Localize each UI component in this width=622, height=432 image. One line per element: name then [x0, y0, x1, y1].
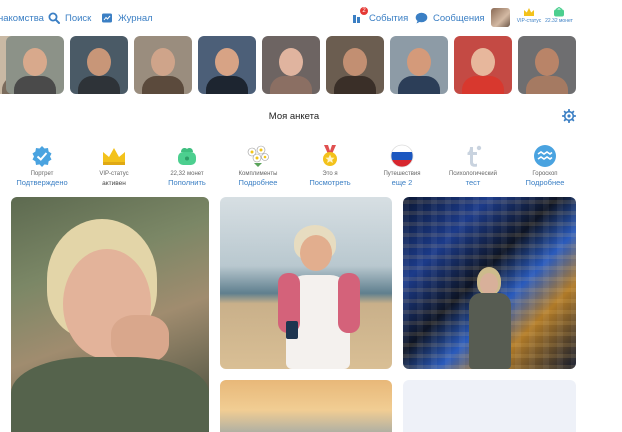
info-coins-line1: 22,32 монет: [170, 171, 204, 177]
profile-photo-placeholder[interactable]: [403, 380, 576, 432]
info-psych-test-line2: тест: [465, 178, 481, 187]
info-portrait[interactable]: Портрет Подтверждено: [6, 143, 78, 187]
info-compliments-line1: Комплименты: [238, 171, 278, 177]
gear-icon[interactable]: [562, 109, 576, 123]
info-horoscope-line2: Подробнее: [525, 178, 565, 187]
profile-photo-main[interactable]: [11, 197, 209, 432]
nav-events[interactable]: 2 События: [352, 7, 409, 25]
story-thumbnail-2[interactable]: [6, 36, 64, 94]
story-body: [334, 76, 376, 94]
chat-bubble-icon: [415, 12, 428, 24]
story-face: [535, 48, 559, 76]
medal-icon: [323, 145, 337, 166]
profile-photo-mirror[interactable]: [403, 197, 576, 369]
info-this-is-me-line1: Это я: [322, 171, 338, 177]
nav-search[interactable]: Поиск: [48, 11, 91, 25]
wallet-icon: [554, 7, 564, 17]
search-icon: [48, 12, 60, 24]
story-body: [270, 76, 312, 94]
info-coins[interactable]: 22,32 монет Пополнить: [151, 143, 223, 187]
nav-dating[interactable]: накомства: [0, 11, 44, 25]
aquarius-icon: [534, 145, 556, 167]
nav-messages-label: Сообщения: [433, 12, 485, 24]
mirror-body: [469, 293, 511, 369]
top-navigation: накомства Поиск Журнал 2 События Сообщен: [0, 0, 622, 34]
story-body: [14, 76, 56, 94]
nav-vip-label: VIP-статус: [516, 18, 542, 24]
info-compliments[interactable]: Комплименты Подробнее: [222, 143, 294, 187]
story-thumbnail-6[interactable]: [262, 36, 320, 94]
profile-photo-sunset[interactable]: [220, 380, 392, 432]
wallet-icon: [178, 148, 196, 165]
profile-photo-beach[interactable]: [220, 197, 392, 369]
beach-scarf-right: [338, 273, 360, 333]
story-face: [151, 48, 175, 76]
info-horoscope[interactable]: Гороскоп Подробнее: [509, 143, 581, 187]
story-thumbnail-3[interactable]: [70, 36, 128, 94]
events-icon-wrap: 2: [352, 7, 368, 24]
stories-strip: [0, 36, 622, 94]
story-thumbnail-7[interactable]: [326, 36, 384, 94]
crown-icon: [524, 8, 534, 16]
user-avatar[interactable]: [491, 8, 510, 27]
page-title: Моя анкета: [268, 111, 320, 122]
story-body: [526, 76, 568, 94]
nav-coins-label: 22.32 монет: [545, 18, 573, 24]
story-face: [215, 48, 239, 76]
info-travel[interactable]: Путешествия еще 2: [366, 143, 438, 187]
nav-dating-label: накомства: [0, 12, 44, 24]
photo-shirt: [11, 357, 209, 432]
info-coins-line2: Пополнить: [168, 178, 206, 187]
story-body: [142, 76, 184, 94]
nav-search-label: Поиск: [65, 12, 92, 24]
russia-flag-icon: [390, 144, 414, 168]
nav-journal-label: Журнал: [118, 12, 153, 24]
story-thumbnail-9[interactable]: [454, 36, 512, 94]
beach-face: [300, 235, 332, 271]
info-vip[interactable]: VIP-статус активен: [78, 143, 150, 187]
info-psych-test-line1: Психологический: [448, 171, 498, 177]
events-badge: 2: [360, 7, 368, 15]
mirror-face: [480, 273, 498, 295]
info-portrait-line2: Подтверждено: [16, 178, 68, 187]
story-thumbnail-10[interactable]: [518, 36, 576, 94]
info-compliments-line2: Подробнее: [238, 178, 278, 187]
story-thumbnail-4[interactable]: [134, 36, 192, 94]
nav-messages[interactable]: Сообщения: [415, 11, 485, 25]
story-face: [279, 48, 303, 76]
story-body: [462, 76, 504, 94]
journal-icon: [102, 13, 112, 23]
story-body: [78, 76, 120, 94]
info-vip-line2: активен: [102, 180, 126, 187]
flowers-icon: [247, 145, 269, 167]
nav-vip[interactable]: VIP-статус: [515, 7, 543, 29]
story-face: [23, 48, 47, 76]
info-travel-line2: еще 2: [391, 178, 413, 187]
story-thumbnail-8[interactable]: [390, 36, 448, 94]
nav-journal[interactable]: Журнал: [101, 11, 153, 25]
photo-hand: [111, 315, 169, 363]
info-travel-line1: Путешествия: [383, 171, 421, 177]
story-face: [471, 48, 495, 76]
letter-t-icon: [467, 145, 482, 167]
story-face: [87, 48, 111, 76]
story-body: [206, 76, 248, 94]
nav-coins[interactable]: 22.32 монет: [545, 7, 573, 29]
info-horoscope-line1: Гороскоп: [532, 171, 558, 177]
story-face: [407, 48, 431, 76]
verified-badge-icon: [32, 146, 52, 167]
beach-cup: [286, 321, 298, 339]
crown-icon: [103, 148, 125, 165]
nav-events-label: События: [369, 12, 409, 24]
info-portrait-line1: Портрет: [30, 171, 54, 177]
story-thumbnail-5[interactable]: [198, 36, 256, 94]
story-face: [343, 48, 367, 76]
info-this-is-me-line2: Посмотреть: [309, 178, 351, 187]
story-body: [398, 76, 440, 94]
info-this-is-me[interactable]: Это я Посмотреть: [294, 143, 366, 187]
info-psych-test[interactable]: Психологический тест: [437, 143, 509, 187]
info-vip-line1: VIP-статус: [99, 171, 129, 177]
